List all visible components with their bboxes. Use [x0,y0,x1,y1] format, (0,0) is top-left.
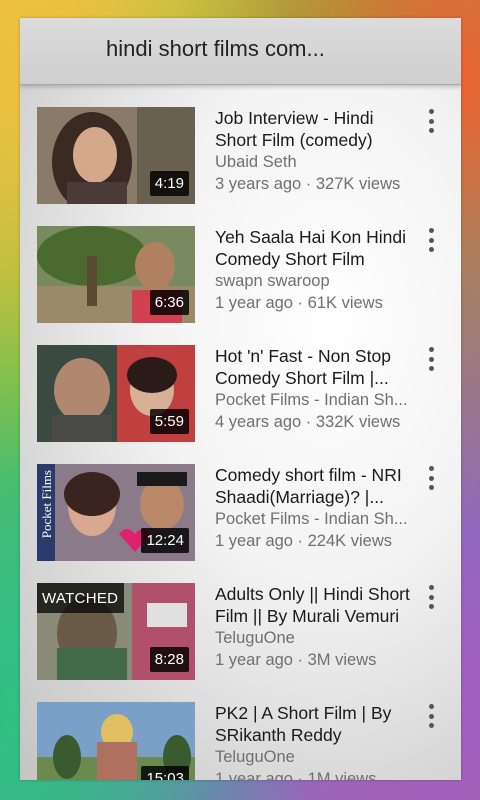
duration-badge: 15:03 [141,766,189,780]
video-thumbnail[interactable]: 6:36 [37,226,195,323]
more-options-icon[interactable] [423,109,439,133]
search-bar[interactable]: hindi short films com... [20,18,461,85]
video-meta[interactable]: PK2 | A Short Film | By SRikanth Reddy T… [215,702,420,780]
video-title[interactable]: Job Interview - Hindi Short Film (comedy… [215,107,420,151]
video-result-item[interactable]: WATCHED 8:28 Adults Only || Hindi Short … [20,581,461,700]
search-query-text[interactable]: hindi short films com... [106,36,325,62]
video-stats: 1 year ago · 1M views [215,770,377,780]
more-options-icon[interactable] [423,228,439,252]
more-options-icon[interactable] [423,704,439,728]
video-stats: 1 year ago · 3M views [215,651,377,669]
video-stats: 1 year ago · 61K views [215,294,383,312]
video-title[interactable]: Yeh Saala Hai Kon Hindi Comedy Short Fil… [215,226,420,270]
channel-name: TeluguOne [215,629,295,647]
video-stats: 4 years ago · 332K views [215,413,401,431]
video-meta[interactable]: Hot 'n' Fast - Non Stop Comedy Short Fil… [215,345,420,433]
channel-name: Pocket Films - Indian Sh... [215,391,408,409]
app-frame: hindi short films com... 4:19 Job Interv… [20,18,461,780]
video-results-list: 4:19 Job Interview - Hindi Short Film (c… [20,105,461,780]
video-stats: 3 years ago · 327K views [215,175,401,193]
duration-badge: 12:24 [141,528,189,553]
video-thumbnail[interactable]: 4:19 [37,107,195,204]
thumbnail-channel-text: Pocket Films [39,470,54,539]
video-thumbnail[interactable]: 5:59 [37,345,195,442]
video-result-item[interactable]: 15:03 PK2 | A Short Film | By SRikanth R… [20,700,461,780]
duration-badge: 8:28 [149,647,189,672]
video-result-item[interactable]: Pocket Films 12:24 Comedy short film - N… [20,462,461,581]
duration-badge: 4:19 [149,171,189,196]
video-title[interactable]: Hot 'n' Fast - Non Stop Comedy Short Fil… [215,345,420,389]
video-thumbnail[interactable]: WATCHED 8:28 [37,583,195,680]
video-meta[interactable]: Job Interview - Hindi Short Film (comedy… [215,107,420,195]
more-options-icon[interactable] [423,347,439,371]
channel-name: swapn swaroop [215,272,330,290]
video-thumbnail[interactable]: Pocket Films 12:24 [37,464,195,561]
video-result-item[interactable]: 4:19 Job Interview - Hindi Short Film (c… [20,105,461,224]
duration-badge: 5:59 [149,409,189,434]
video-result-item[interactable]: 5:59 Hot 'n' Fast - Non Stop Comedy Shor… [20,343,461,462]
video-title[interactable]: Comedy short film - NRI Shaadi(Marriage)… [215,464,420,508]
more-options-icon[interactable] [423,466,439,490]
video-title[interactable]: PK2 | A Short Film | By SRikanth Reddy [215,702,420,746]
video-stats: 1 year ago · 224K views [215,532,393,550]
channel-name: Ubaid Seth [215,153,297,171]
duration-badge: 6:36 [149,290,189,315]
channel-name: Pocket Films - Indian Sh... [215,510,408,528]
video-thumbnail[interactable]: 15:03 [37,702,195,780]
video-meta[interactable]: Adults Only || Hindi Short Film || By Mu… [215,583,420,671]
more-options-icon[interactable] [423,585,439,609]
watched-badge: WATCHED [37,583,125,613]
video-meta[interactable]: Comedy short film - NRI Shaadi(Marriage)… [215,464,420,552]
video-title[interactable]: Adults Only || Hindi Short Film || By Mu… [215,583,420,627]
video-meta[interactable]: Yeh Saala Hai Kon Hindi Comedy Short Fil… [215,226,420,314]
video-result-item[interactable]: 6:36 Yeh Saala Hai Kon Hindi Comedy Shor… [20,224,461,343]
channel-name: TeluguOne [215,748,295,766]
